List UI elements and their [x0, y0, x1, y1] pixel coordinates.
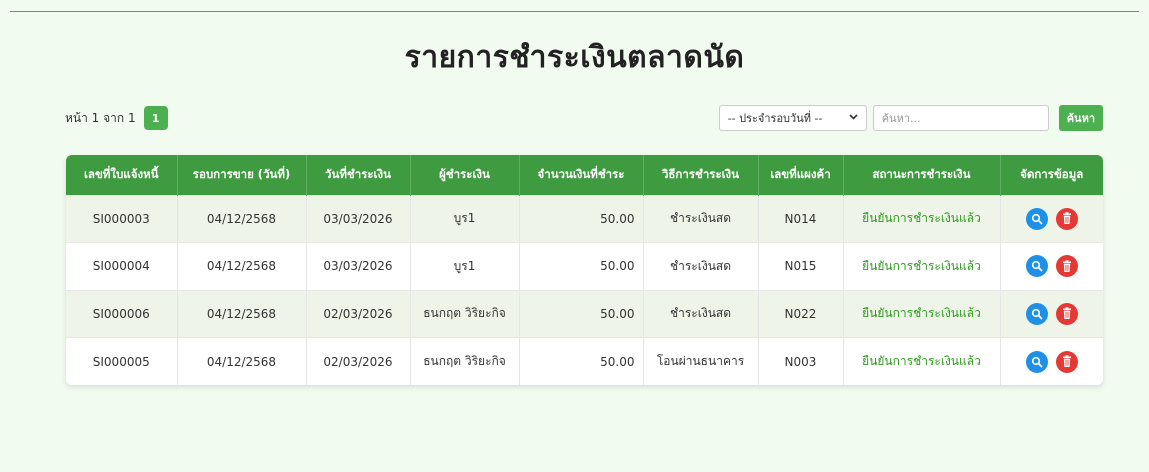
search-placeholder: ค้นหา... [881, 112, 921, 125]
invoice-cell: SI000005 [66, 337, 178, 385]
period-select[interactable]: -- ประจำรอบวันที่ -- [718, 105, 867, 131]
col-stall-header[interactable]: เลขที่แผงค้า [758, 155, 844, 195]
method-cell: ชำระเงินสด [643, 289, 759, 338]
paid-date-cell: 02/03/2026 [306, 337, 411, 385]
delete-trash-icon[interactable] [1055, 255, 1078, 278]
page-button-1[interactable]: 1 [143, 106, 168, 130]
paid-date-cell: 03/03/2026 [306, 194, 411, 243]
filter-bar: -- ประจำรอบวันที่ -- ค้นหา... ค้นหา [718, 105, 1103, 131]
delete-trash-icon[interactable] [1055, 350, 1078, 373]
method-cell: ชำระเงินสด [643, 242, 759, 290]
table-row: SI000006 04/12/2568 02/03/2026 ธนกฤต วิร… [66, 289, 1103, 338]
invoice-cell: SI000003 [66, 194, 178, 243]
delete-trash-icon[interactable] [1055, 207, 1078, 230]
actions-cell [1000, 289, 1103, 338]
stall-cell: N003 [758, 337, 844, 385]
col-round-header[interactable]: รอบการขาย (วันที่) [177, 155, 307, 195]
table-row: SI000004 04/12/2568 03/03/2026 บูร1 50.0… [66, 242, 1103, 290]
pagination-text: หน้า 1 จาก 1 [65, 110, 136, 125]
col-payer-header[interactable]: ผู้ชำระเงิน [410, 155, 520, 195]
paid-date-cell: 02/03/2026 [306, 289, 411, 338]
payer-cell: ธนกฤต วิริยะกิจ [410, 289, 520, 338]
method-cell: ชำระเงินสด [643, 194, 759, 243]
invoice-cell: SI000006 [66, 289, 178, 338]
stall-cell: N022 [758, 289, 844, 338]
page-title: รายการชำระเงินตลาดนัด [404, 40, 745, 75]
amount-cell: 50.00 [519, 194, 644, 243]
period-select-value: -- ประจำรอบวันที่ -- [727, 112, 823, 125]
method-cell: โอนผ่านธนาคาร [643, 337, 759, 385]
chevron-down-icon [849, 113, 858, 123]
search-input[interactable]: ค้นหา... [872, 105, 1049, 131]
round-cell: 04/12/2568 [177, 194, 307, 243]
status-cell: ยืนยันการชำระเงินแล้ว [843, 194, 1001, 243]
view-magnifier-icon[interactable] [1025, 302, 1048, 325]
view-magnifier-icon[interactable] [1025, 255, 1048, 278]
col-method-header[interactable]: วิธีการชำระเงิน [643, 155, 759, 195]
actions-cell [1000, 194, 1103, 243]
paid-date-cell: 03/03/2026 [306, 242, 411, 290]
status-cell: ยืนยันการชำระเงินแล้ว [843, 337, 1001, 385]
status-cell: ยืนยันการชำระเงินแล้ว [843, 242, 1001, 290]
status-cell: ยืนยันการชำระเงินแล้ว [843, 289, 1001, 338]
view-magnifier-icon[interactable] [1025, 350, 1048, 373]
amount-cell: 50.00 [519, 242, 644, 290]
delete-trash-icon[interactable] [1055, 302, 1078, 325]
col-actions-header: จัดการข้อมูล [1000, 155, 1103, 195]
stall-cell: N014 [758, 194, 844, 243]
stall-cell: N015 [758, 242, 844, 290]
payments-table: เลขที่ใบแจ้งหนี้ รอบการขาย (วันที่) วันท… [66, 155, 1103, 385]
table-row: SI000005 04/12/2568 02/03/2026 ธนกฤต วิร… [66, 337, 1103, 385]
search-button[interactable]: ค้นหา [1058, 105, 1103, 131]
payer-cell: บูร1 [410, 194, 520, 243]
col-paid-date-header[interactable]: วันที่ชำระเงิน [306, 155, 411, 195]
round-cell: 04/12/2568 [177, 289, 307, 338]
payer-cell: ธนกฤต วิริยะกิจ [410, 337, 520, 385]
amount-cell: 50.00 [519, 289, 644, 338]
round-cell: 04/12/2568 [177, 242, 307, 290]
actions-cell [1000, 337, 1103, 385]
amount-cell: 50.00 [519, 337, 644, 385]
col-invoice-header[interactable]: เลขที่ใบแจ้งหนี้ [66, 155, 178, 195]
payer-cell: บูร1 [410, 242, 520, 290]
pagination: หน้า 1 จาก 1 1 [65, 106, 168, 130]
view-magnifier-icon[interactable] [1025, 207, 1048, 230]
top-divider [10, 11, 1139, 12]
round-cell: 04/12/2568 [177, 337, 307, 385]
table-row: SI000003 04/12/2568 03/03/2026 บูร1 50.0… [66, 194, 1103, 243]
col-status-header[interactable]: สถานะการชำระเงิน [843, 155, 1001, 195]
invoice-cell: SI000004 [66, 242, 178, 290]
col-amount-header[interactable]: จำนวนเงินที่ชำระ [519, 155, 644, 195]
actions-cell [1000, 242, 1103, 290]
table-header-row: เลขที่ใบแจ้งหนี้ รอบการขาย (วันที่) วันท… [66, 155, 1103, 195]
